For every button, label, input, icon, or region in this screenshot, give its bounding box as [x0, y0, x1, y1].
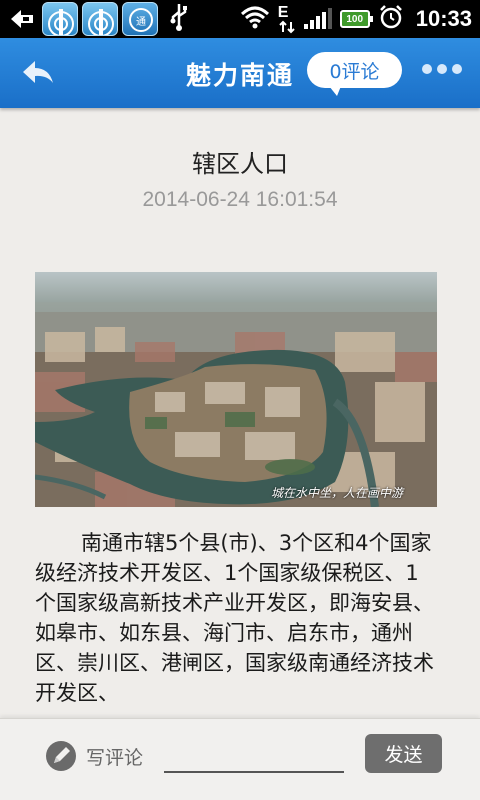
article-photo: 城在水中坐，人在画中游	[35, 272, 437, 507]
nantong-app-icon: 通	[122, 2, 158, 36]
article-content[interactable]: 辖区人口 2014-06-24 16:01:54 城在水中坐，人在画中游 南通市…	[0, 108, 480, 718]
signal-icon	[303, 8, 332, 29]
send-button[interactable]: 发送	[365, 734, 442, 773]
photo-caption: 城在水中坐，人在画中游	[270, 486, 403, 500]
status-bar: 通 E 100 10:33	[0, 0, 480, 38]
radio-tower-icon	[42, 2, 78, 36]
status-time: 10:33	[415, 6, 472, 31]
app-icon-label: 通	[129, 8, 153, 32]
wifi-icon	[240, 5, 270, 33]
more-menu-button[interactable]	[422, 64, 462, 74]
comment-bar: 写评论 发送	[0, 718, 480, 800]
article-title: 辖区人口	[192, 150, 288, 178]
battery-icon: 100	[339, 10, 373, 28]
back-arrow-icon	[6, 3, 38, 35]
radio-tower-icon	[82, 2, 118, 36]
network-e-icon: E	[278, 4, 296, 34]
usb-icon	[168, 2, 190, 36]
alarm-icon	[378, 4, 404, 34]
dot-icon	[422, 64, 432, 74]
article-date: 2014-06-24 16:01:54	[142, 188, 338, 211]
write-comment-label: 写评论	[86, 747, 144, 769]
dot-icon	[437, 64, 447, 74]
comment-input[interactable]	[164, 737, 344, 773]
title-bar: 魅力南通 0评论	[0, 38, 480, 108]
status-bar-system: E 100 10:33	[240, 0, 472, 38]
pencil-icon	[44, 739, 78, 773]
scroll-fade	[0, 704, 480, 718]
article-body: 南通市辖5个县(市)、3个区和4个国家级经济技术开发区、1个国家级保税区、1个国…	[35, 531, 434, 705]
comment-count-button[interactable]: 0评论	[307, 52, 402, 96]
page-title: 魅力南通	[185, 61, 294, 90]
dot-icon	[452, 64, 462, 74]
status-bar-notifications: 通	[6, 2, 190, 36]
